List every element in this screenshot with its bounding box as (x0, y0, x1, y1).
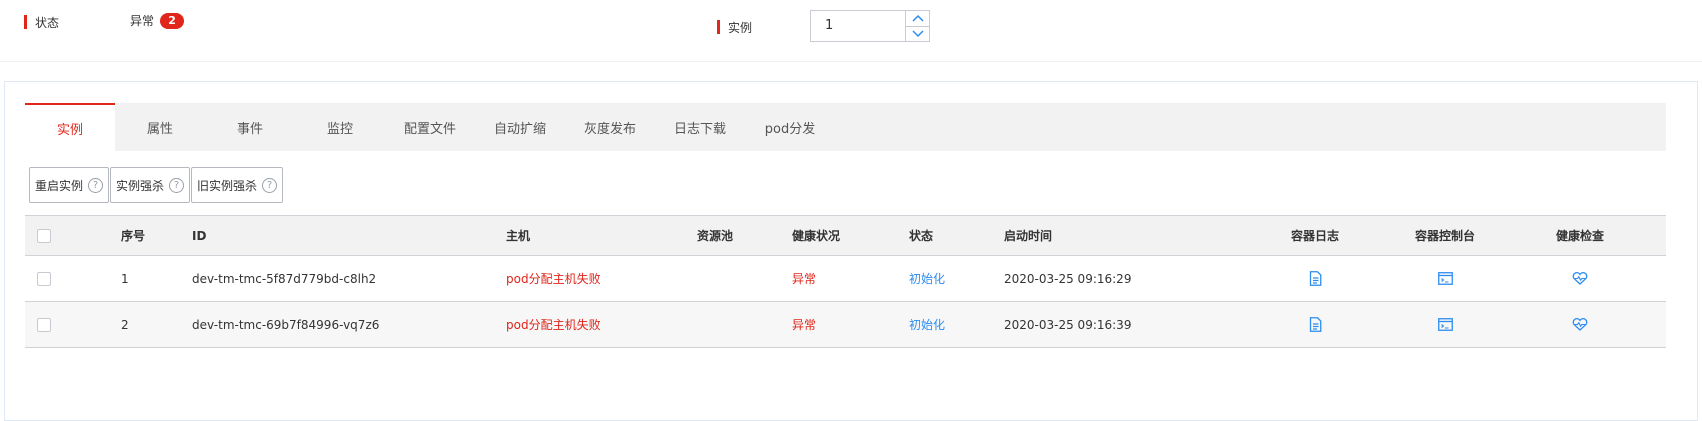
terminal-icon (1437, 272, 1453, 285)
document-icon (1309, 271, 1321, 286)
table-row: 2 dev-tm-tmc-69b7f84996-vq7z6 pod分配主机失败 … (25, 302, 1666, 348)
row-id: dev-tm-tmc-5f87d779bd-c8lh2 (192, 271, 377, 286)
header-id: ID (192, 228, 207, 243)
terminal-icon (1437, 318, 1453, 331)
row-start-time: 2020-03-25 09:16:39 (1004, 317, 1132, 332)
force-kill-button[interactable]: 实例强杀 ? (110, 167, 191, 203)
header-container-console: 容器控制台 (1414, 229, 1475, 243)
select-all-cell (37, 216, 51, 255)
document-icon (1309, 317, 1321, 332)
status-value-text: 异常 (130, 14, 155, 28)
tab-config-files[interactable]: 配置文件 (385, 103, 475, 151)
heart-pulse-icon (1572, 318, 1588, 331)
row-checkbox[interactable] (37, 271, 51, 286)
row-index: 1 (121, 271, 129, 286)
row-state-link[interactable]: 初始化 (909, 302, 945, 347)
instance-input-value[interactable]: 1 (811, 11, 905, 41)
row-state-link[interactable]: 初始化 (909, 256, 945, 301)
table-row: 1 dev-tm-tmc-5f87d779bd-c8lh2 pod分配主机失败 … (25, 256, 1666, 302)
increment-button[interactable] (906, 11, 929, 26)
row-checkbox[interactable] (37, 317, 51, 332)
tab-properties[interactable]: 属性 (115, 103, 205, 151)
force-kill-old-label: 旧实例强杀 (197, 178, 258, 193)
select-all-checkbox[interactable] (37, 228, 51, 243)
force-kill-old-button[interactable]: 旧实例强杀 ? (191, 167, 284, 203)
tab-pod-dispatch[interactable]: pod分发 (745, 103, 835, 151)
row-host: pod分配主机失败 (506, 318, 601, 332)
row-select-cell (37, 256, 51, 301)
status-label-text: 状态 (35, 15, 60, 30)
instance-stepper (905, 11, 929, 41)
row-health: 异常 (792, 272, 817, 286)
health-check-button[interactable] (1530, 256, 1630, 301)
container-log-button[interactable] (1270, 302, 1360, 347)
instance-table: 序号 ID 主机 资源池 健康状况 状态 启动时间 容器日志 容器控制台 健康检… (25, 215, 1666, 348)
container-log-button[interactable] (1270, 256, 1360, 301)
restart-instance-button[interactable]: 重启实例 ? (29, 167, 110, 203)
header-host: 主机 (506, 229, 531, 243)
tab-bar: 实例 属性 事件 监控 配置文件 自动扩缩 灰度发布 日志下载 pod分发 (25, 103, 1666, 151)
header-health-check: 健康检查 (1555, 229, 1604, 243)
row-host: pod分配主机失败 (506, 272, 601, 286)
restart-instance-label: 重启实例 (35, 178, 84, 193)
tab-autoscale[interactable]: 自动扩缩 (475, 103, 565, 151)
tab-log-download[interactable]: 日志下载 (655, 103, 745, 151)
header-pool: 资源池 (697, 229, 734, 243)
label-marker (717, 20, 720, 34)
header-state: 状态 (909, 229, 934, 243)
table-header: 序号 ID 主机 资源池 健康状况 状态 启动时间 容器日志 容器控制台 健康检… (25, 215, 1666, 256)
status-filter-label: 状态 (24, 15, 60, 30)
header-start-time: 启动时间 (1004, 229, 1053, 243)
chevron-down-icon (911, 30, 924, 37)
label-marker (24, 15, 27, 29)
row-index: 2 (121, 317, 129, 332)
instance-panel: 实例 属性 事件 监控 配置文件 自动扩缩 灰度发布 日志下载 pod分发 重启… (4, 81, 1698, 421)
tab-monitor[interactable]: 监控 (295, 103, 385, 151)
heart-pulse-icon (1572, 272, 1588, 285)
status-filter-value[interactable]: 异常 2 (130, 12, 185, 29)
help-icon[interactable]: ? (262, 177, 278, 193)
instance-filter-label: 实例 (717, 20, 753, 35)
header-container-log: 容器日志 (1290, 229, 1339, 243)
chevron-up-icon (911, 15, 924, 22)
help-icon[interactable]: ? (88, 177, 104, 193)
instance-label-text: 实例 (728, 20, 753, 35)
status-count-badge: 2 (160, 12, 185, 29)
decrement-button[interactable] (906, 25, 929, 42)
row-select-cell (37, 302, 51, 347)
force-kill-label: 实例强杀 (116, 178, 165, 193)
container-console-button[interactable] (1390, 302, 1500, 347)
tab-events[interactable]: 事件 (205, 103, 295, 151)
tab-instance[interactable]: 实例 (25, 103, 115, 151)
header-health: 健康状况 (792, 229, 841, 243)
row-health: 异常 (792, 318, 817, 332)
instance-number-input[interactable]: 1 (810, 10, 930, 42)
header-index: 序号 (121, 229, 146, 243)
health-check-button[interactable] (1530, 302, 1630, 347)
row-id: dev-tm-tmc-69b7f84996-vq7z6 (192, 317, 380, 332)
filter-bar: 状态 异常 2 实例 1 (0, 0, 1702, 62)
container-console-button[interactable] (1390, 256, 1500, 301)
row-start-time: 2020-03-25 09:16:29 (1004, 271, 1132, 286)
tab-gray-release[interactable]: 灰度发布 (565, 103, 655, 151)
help-icon[interactable]: ? (169, 177, 185, 193)
